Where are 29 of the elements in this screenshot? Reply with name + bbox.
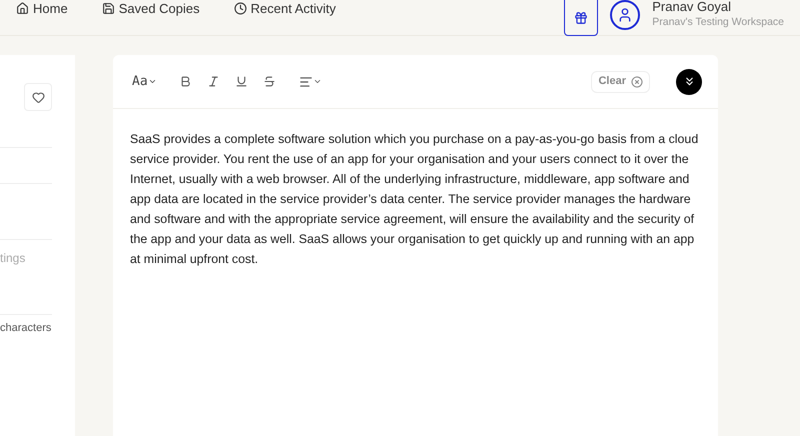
gift-icon bbox=[574, 11, 588, 25]
field-placeholder: tings bbox=[0, 251, 26, 265]
align-left-icon bbox=[298, 74, 313, 88]
nav-link[interactable]: Saved Copies bbox=[102, 0, 200, 18]
caret-icon bbox=[312, 77, 322, 86]
save-icon bbox=[102, 2, 115, 16]
clock-icon bbox=[234, 2, 247, 16]
font-size-dropdown[interactable]: Aa bbox=[132, 72, 157, 92]
nav-link[interactable]: Home bbox=[16, 0, 68, 18]
strikethrough-button[interactable] bbox=[262, 74, 277, 88]
character-counter: characters bbox=[0, 321, 52, 336]
user-name: Pranav Goyal bbox=[652, 0, 732, 14]
favorite-button[interactable] bbox=[24, 83, 52, 111]
clear-button[interactable]: Clear bbox=[591, 70, 650, 92]
gift-button[interactable] bbox=[564, 0, 598, 36]
home-icon bbox=[16, 2, 29, 16]
nav-link[interactable]: Recent Activity bbox=[234, 0, 336, 18]
workspace-name: Pranav's Testing Workspace bbox=[652, 15, 784, 29]
user-icon bbox=[617, 7, 634, 23]
caret-icon bbox=[148, 77, 157, 86]
heart-icon bbox=[32, 90, 44, 104]
close-icon bbox=[631, 76, 643, 88]
italic-button[interactable] bbox=[206, 74, 221, 88]
bold-button[interactable] bbox=[178, 74, 193, 88]
collapse-button[interactable] bbox=[676, 68, 702, 94]
align-dropdown[interactable] bbox=[298, 74, 322, 88]
editor-text[interactable]: SaaS provides a complete software solution which you purchase on a pay-as-you-go basis from a cloud service provider. You rent the use of an app for your organisation and your users connect to it over the Internet, usually with a web browser. All of the underlying infrastructure, middleware, app software and app data are located in the service provider’s data center. The service provider manages the hardware and software and with the appropriate service agreement, will ensure the availability and the security of the app and your data as well. SaaS allows your organisation to get quickly up and running with an app at minimal upfront cost. bbox=[113, 109, 718, 269]
underline-button[interactable] bbox=[234, 74, 249, 88]
avatar[interactable] bbox=[610, 0, 640, 30]
